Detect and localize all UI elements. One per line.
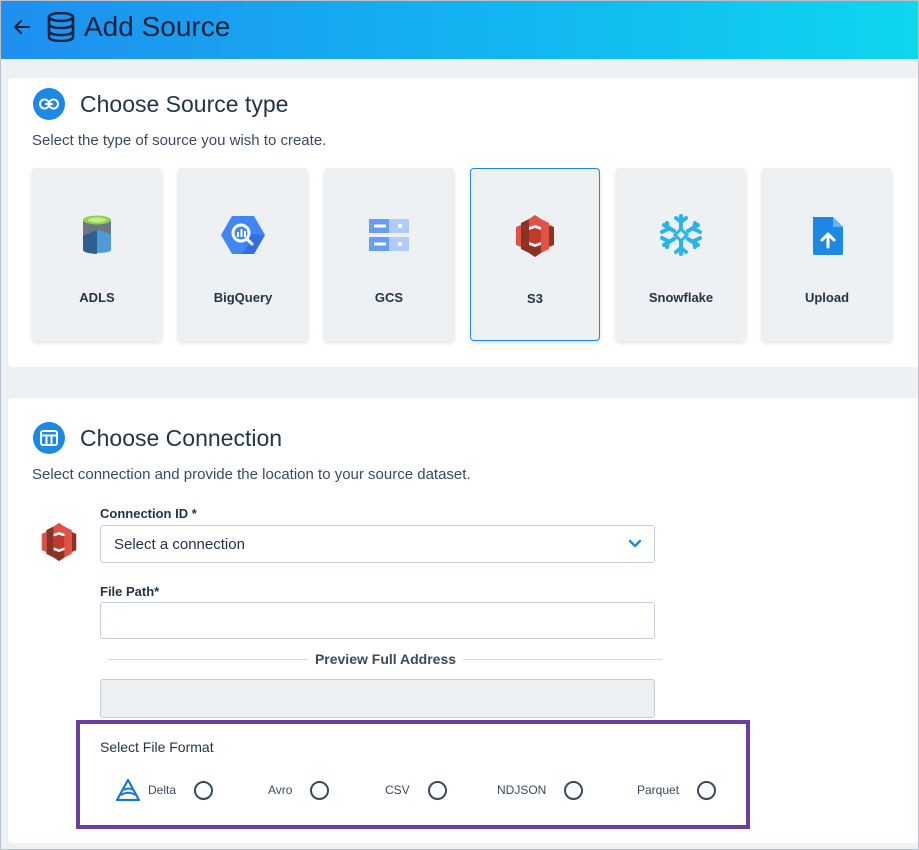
snowflake-icon: [660, 214, 702, 256]
tile-label: Snowflake: [648, 290, 714, 305]
format-option-csv[interactable]: CSV: [385, 780, 447, 800]
preview-address-field: [100, 679, 655, 718]
preview-full-address-label: Preview Full Address: [308, 651, 463, 667]
gcs-icon: [369, 219, 409, 251]
page-title: Add Source: [84, 11, 231, 42]
tile-label: ADLS: [79, 290, 115, 305]
tile-gcs[interactable]: GCS: [324, 168, 454, 341]
file-path-input[interactable]: [100, 602, 655, 639]
upload-icon: [813, 217, 843, 255]
connection-card: Choose Connection Select connection and …: [8, 398, 918, 843]
connection-select[interactable]: Select a connection: [100, 525, 655, 563]
s3-icon: [516, 215, 554, 257]
source-type-description: Select the type of source you wish to cr…: [32, 132, 327, 149]
format-label: CSV: [385, 783, 410, 797]
format-radio-avro[interactable]: [310, 780, 330, 800]
connection-title: Choose Connection: [80, 425, 283, 451]
connection-id-label: Connection ID *: [100, 506, 197, 521]
file-path-label: File Path*: [100, 584, 160, 599]
format-label: Avro: [268, 783, 293, 797]
connection-select-value: Select a connection: [114, 536, 245, 553]
format-radio-ndjson[interactable]: [564, 780, 584, 800]
delta-icon: [116, 779, 140, 801]
tile-s3[interactable]: S3: [470, 168, 600, 341]
format-label: Delta: [148, 783, 177, 797]
tile-adls[interactable]: ADLS: [32, 168, 162, 341]
tile-label: BigQuery: [213, 290, 273, 305]
tile-label: S3: [527, 291, 543, 306]
adls-icon: [83, 215, 111, 254]
file-format-highlight: [76, 720, 750, 829]
source-type-card: Choose Source type Select the type of so…: [8, 78, 918, 367]
format-option-parquet[interactable]: Parquet: [637, 780, 717, 800]
tile-snowflake[interactable]: Snowflake: [616, 168, 746, 341]
chevron-down-icon: [628, 539, 642, 548]
tile-bigquery[interactable]: BigQuery: [178, 168, 308, 341]
tile-label: Upload: [804, 290, 850, 305]
format-label: Parquet: [637, 783, 680, 797]
bigquery-icon: [221, 216, 265, 254]
format-option-delta[interactable]: Delta: [116, 779, 214, 801]
connection-description: Select connection and provide the locati…: [32, 466, 471, 483]
page-header: Add Source: [1, 1, 918, 59]
format-label: NDJSON: [497, 783, 547, 797]
format-radio-parquet[interactable]: [697, 780, 717, 800]
table-icon: [33, 422, 65, 454]
back-arrow-icon[interactable]: [11, 16, 33, 38]
file-format-title: Select File Format: [100, 739, 214, 755]
tile-upload[interactable]: Upload: [762, 168, 892, 341]
s3-icon: [41, 522, 77, 562]
link-icon: [33, 88, 65, 120]
format-radio-csv[interactable]: [427, 780, 447, 800]
source-type-title: Choose Source type: [80, 91, 289, 117]
format-option-avro[interactable]: Avro: [268, 780, 330, 800]
tile-label: GCS: [374, 290, 404, 305]
format-radio-delta[interactable]: [194, 780, 214, 800]
add-source-window: Add Source Choose Source type Select the…: [0, 0, 919, 850]
database-icon: [47, 12, 75, 42]
format-option-ndjson[interactable]: NDJSON: [497, 780, 584, 800]
